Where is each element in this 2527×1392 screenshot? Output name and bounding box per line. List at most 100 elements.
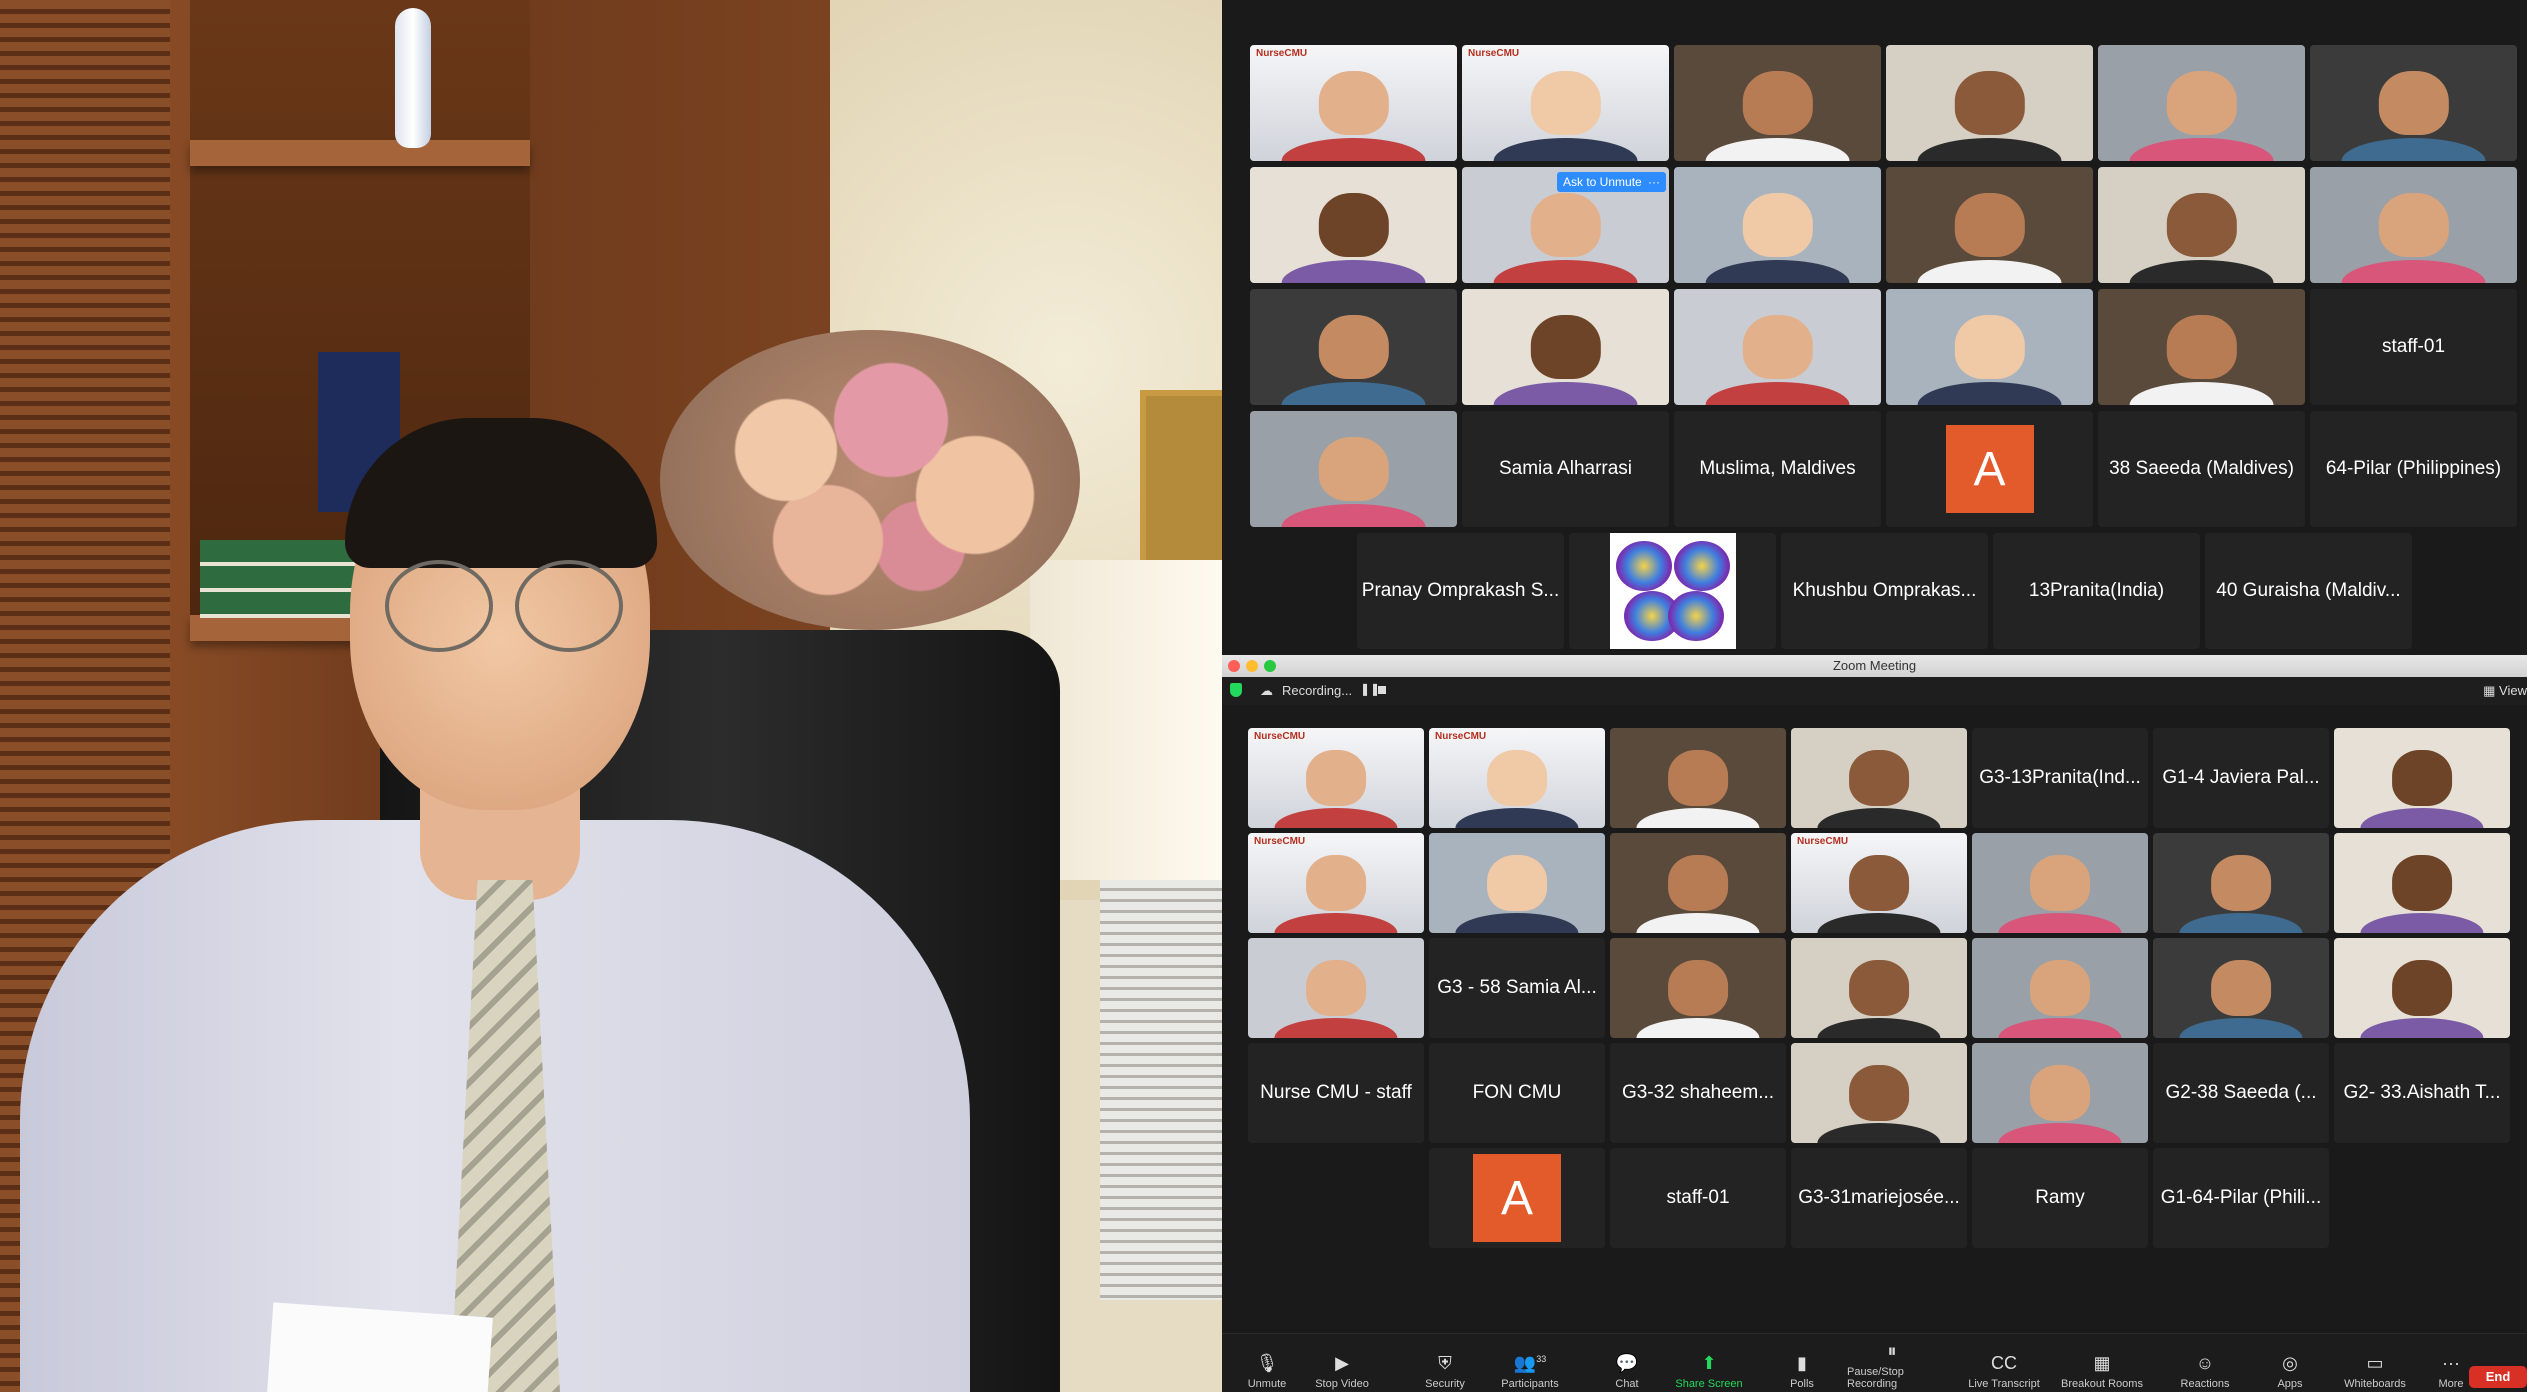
stop-icon[interactable] <box>1378 686 1386 694</box>
participant-tile[interactable] <box>1886 45 2093 161</box>
participant-tile[interactable] <box>1972 938 2148 1038</box>
participant-face <box>1742 70 1813 136</box>
participant-tile[interactable]: Ask to Unmute ··· <box>1462 167 1669 283</box>
participant-tile[interactable] <box>1972 833 2148 933</box>
participant-tile[interactable]: NurseCMU <box>1248 833 1424 933</box>
participant-tile[interactable] <box>1886 167 2093 283</box>
participant-face <box>1318 192 1389 258</box>
participant-tile[interactable]: G2-38 Saeeda (... <box>2153 1043 2329 1143</box>
apps-button[interactable]: ◎ Apps <box>2245 1332 2335 1392</box>
tile-more-button[interactable]: ··· <box>1642 172 1666 192</box>
security-button[interactable]: ⛨ Security <box>1400 1332 1490 1392</box>
participant-tile[interactable]: G2- 33.Aishath T... <box>2334 1043 2510 1143</box>
participant-tile[interactable] <box>2310 167 2517 283</box>
participant-tile[interactable]: A <box>1886 411 2093 527</box>
participant-tile[interactable]: 64-Pilar (Philippines) <box>2310 411 2517 527</box>
participant-tile[interactable]: 13Pranita(India) <box>1993 533 2200 649</box>
participant-tile[interactable] <box>1248 938 1424 1038</box>
participant-tile[interactable] <box>1791 728 1967 828</box>
participant-tile[interactable]: NurseCMU <box>1248 728 1424 828</box>
participant-tile[interactable]: staff-01 <box>2310 289 2517 405</box>
participant-tile[interactable] <box>1250 167 1457 283</box>
participant-tile[interactable]: Nurse CMU - staff <box>1248 1043 1424 1143</box>
polls-button[interactable]: ▮ Polls <box>1757 1332 1847 1392</box>
encryption-shield-icon[interactable] <box>1230 683 1242 697</box>
participant-tile[interactable] <box>2334 728 2510 828</box>
participant-tile[interactable] <box>2153 833 2329 933</box>
butterfly-image <box>1609 533 1736 649</box>
minimize-window-button[interactable] <box>1246 660 1258 672</box>
participant-tile[interactable]: G3 - 58 Samia Al... <box>1429 938 1605 1038</box>
participant-tile[interactable] <box>2334 938 2510 1038</box>
live-transcript-button[interactable]: CC Live Transcript <box>1959 1332 2049 1392</box>
participant-tile[interactable]: Muslima, Maldives <box>1674 411 1881 527</box>
participant-tile[interactable]: G3-13Pranita(Ind... <box>1972 728 2148 828</box>
participant-tile[interactable]: NurseCMU <box>1791 833 1967 933</box>
participant-tile[interactable] <box>1462 289 1669 405</box>
view-button[interactable]: ▦ View <box>2483 683 2527 699</box>
participant-tile[interactable] <box>2334 833 2510 933</box>
participant-name: 13Pranita(India) <box>2028 580 2165 601</box>
participant-tile[interactable] <box>1886 289 2093 405</box>
pause-stop-recording-button[interactable]: ⏸ Pause/Stop Recording <box>1847 1332 1937 1392</box>
participant-tile[interactable] <box>1429 833 1605 933</box>
participant-tile[interactable] <box>1972 1043 2148 1143</box>
participant-video <box>1610 938 1786 1038</box>
participant-tile[interactable] <box>2098 289 2305 405</box>
participant-video <box>1610 728 1786 828</box>
participant-tile[interactable] <box>1791 1043 1967 1143</box>
chat-button[interactable]: 💬 Chat <box>1582 1332 1672 1392</box>
participant-tile[interactable]: 38 Saeeda (Maldives) <box>2098 411 2305 527</box>
participant-video <box>2098 167 2305 283</box>
participant-tile[interactable]: staff-01 <box>1610 1148 1786 1248</box>
reactions-button[interactable]: ☺ Reactions <box>2160 1332 2250 1392</box>
recording-icon: ⏸ <box>1887 1341 1897 1361</box>
more-button[interactable]: ··· More <box>2406 1332 2496 1392</box>
participant-tile[interactable]: Khushbu Omprakas... <box>1781 533 1988 649</box>
participant-tile[interactable]: 40 Guraisha (Maldiv... <box>2205 533 2412 649</box>
participant-tile[interactable] <box>1674 45 1881 161</box>
participant-tile[interactable]: Samia Alharrasi <box>1462 411 1669 527</box>
participant-face <box>1530 314 1601 380</box>
participant-tile[interactable] <box>2153 938 2329 1038</box>
stop-video-button[interactable]: ▶ Stop Video <box>1297 1332 1387 1392</box>
participant-tile[interactable] <box>1674 289 1881 405</box>
participant-tile[interactable] <box>2098 167 2305 283</box>
participant-tile[interactable]: Ramy <box>1972 1148 2148 1248</box>
participant-tile[interactable] <box>1791 938 1967 1038</box>
participant-tile[interactable]: G3-31mariejosée... <box>1791 1148 1967 1248</box>
breakout-rooms-button[interactable]: ▦ Breakout Rooms <box>2057 1332 2147 1392</box>
participant-tile[interactable] <box>1569 533 1776 649</box>
participant-tile[interactable] <box>1250 411 1457 527</box>
participant-video <box>1886 45 2093 161</box>
zoom-window-button[interactable] <box>1264 660 1276 672</box>
participant-tile[interactable] <box>1610 833 1786 933</box>
participant-tile[interactable] <box>1610 728 1786 828</box>
participant-tile[interactable] <box>2098 45 2305 161</box>
participant-video: NurseCMU <box>1248 728 1424 828</box>
participant-tile[interactable]: NurseCMU <box>1462 45 1669 161</box>
participant-tile[interactable] <box>1250 289 1457 405</box>
participant-shoulders <box>1493 381 1638 405</box>
participant-tile[interactable] <box>1610 938 1786 1038</box>
participant-face <box>2211 960 2271 1016</box>
participant-video <box>1972 938 2148 1038</box>
participant-tile[interactable]: FON CMU <box>1429 1043 1605 1143</box>
participant-tile[interactable] <box>1674 167 1881 283</box>
participants-button[interactable]: 👥33 Participants <box>1485 1332 1575 1392</box>
participant-tile[interactable]: G3-32 shaheem... <box>1610 1043 1786 1143</box>
participant-tile[interactable]: NurseCMU <box>1429 728 1605 828</box>
participant-video <box>2098 289 2305 405</box>
close-window-button[interactable] <box>1228 660 1240 672</box>
participant-tile[interactable]: G1-4 Javiera Pal... <box>2153 728 2329 828</box>
participant-tile[interactable]: A <box>1429 1148 1605 1248</box>
participant-video <box>2334 938 2510 1038</box>
participant-tile[interactable] <box>2310 45 2517 161</box>
participant-shoulders <box>1998 1123 2122 1143</box>
participant-tile[interactable]: NurseCMU <box>1250 45 1457 161</box>
share-screen-button[interactable]: ⬆ Share Screen <box>1664 1332 1754 1392</box>
participant-tile[interactable]: Pranay Omprakash S... <box>1357 533 1564 649</box>
participant-tile[interactable]: G1-64-Pilar (Phili... <box>2153 1148 2329 1248</box>
ask-to-unmute-button[interactable]: Ask to Unmute <box>1557 172 1648 192</box>
avatar: A <box>1473 1154 1561 1242</box>
